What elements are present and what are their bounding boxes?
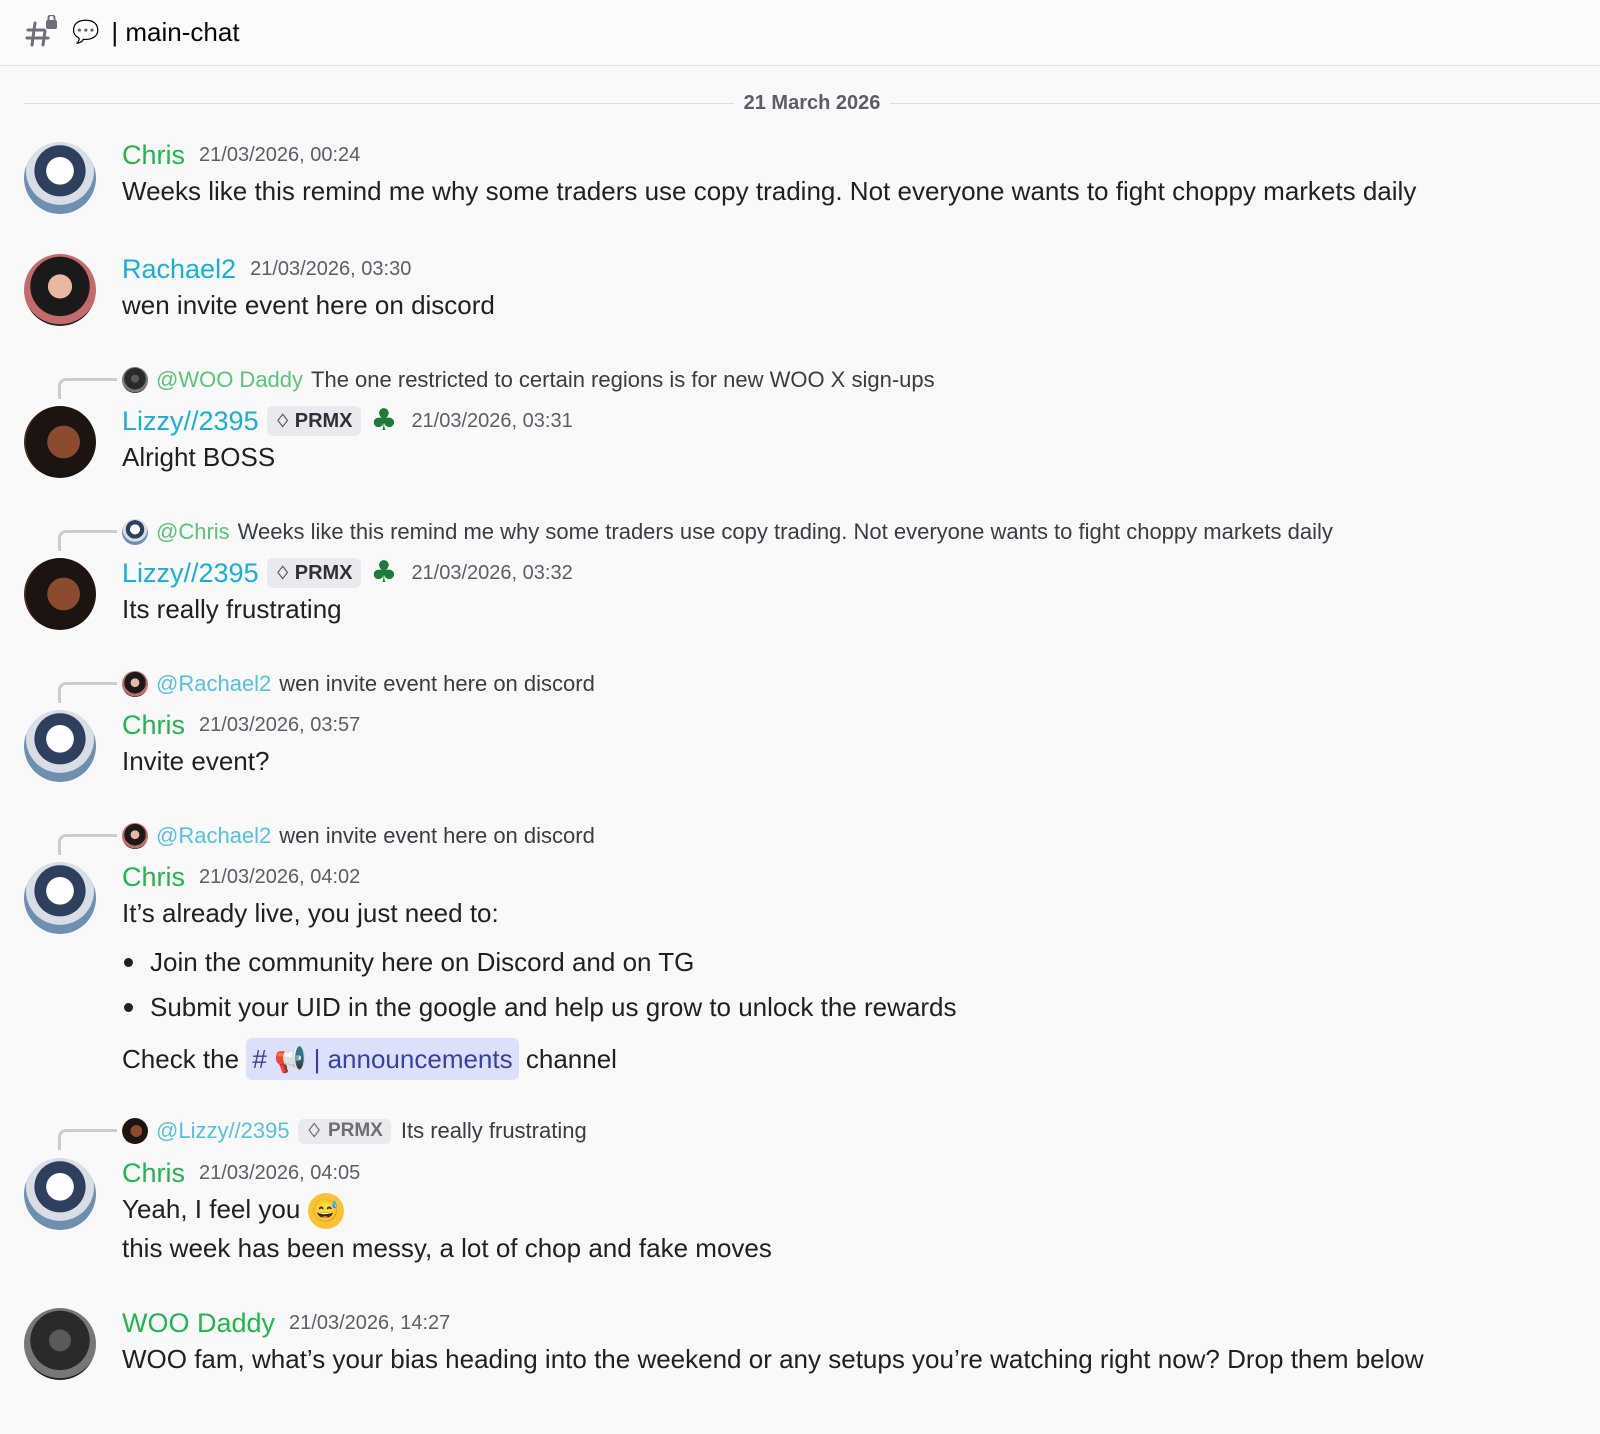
message-text: Invite event?	[122, 746, 270, 776]
avatar	[122, 519, 148, 545]
gem-icon: ♢	[274, 562, 291, 583]
list-item: Join the community here on Discord and o…	[124, 940, 1580, 985]
bullet-list: Join the community here on Discord and o…	[122, 940, 1580, 1030]
username[interactable]: Lizzy//2395	[122, 406, 259, 437]
clover-icon: ♣	[370, 555, 398, 590]
message-text: WOO fam, what’s your bias heading into t…	[122, 1344, 1424, 1374]
channel-header: 💬 | main-chat	[0, 0, 1600, 66]
avatar[interactable]	[24, 254, 96, 326]
reply-spine	[58, 1129, 117, 1150]
avatar[interactable]	[24, 862, 96, 934]
reply-spine	[58, 834, 117, 855]
reply-text: Weeks like this remind me why some trade…	[237, 519, 1333, 544]
reply-preview[interactable]: @Chris Weeks like this remind me why som…	[122, 517, 1333, 547]
message-text: Alright BOSS	[122, 442, 276, 472]
timestamp: 21/03/2026, 14:27	[289, 1311, 451, 1334]
reply-preview[interactable]: @Rachael2 wen invite event here on disco…	[122, 821, 595, 851]
message-text: this week has been messy, a lot of chop …	[122, 1233, 772, 1264]
username[interactable]: Chris	[122, 1158, 185, 1189]
timestamp: 21/03/2026, 03:32	[411, 561, 573, 584]
timestamp: 21/03/2026, 04:02	[199, 865, 361, 888]
timestamp: 21/03/2026, 03:57	[199, 713, 361, 736]
reply-text: The one restricted to certain regions is…	[311, 367, 935, 392]
avatar[interactable]	[24, 406, 96, 478]
username[interactable]: Chris	[122, 862, 185, 893]
timestamp: 21/03/2026, 00:24	[199, 143, 361, 166]
avatar[interactable]	[24, 1158, 96, 1230]
username[interactable]: Chris	[122, 140, 185, 171]
channel-link-announcements[interactable]: # 📢 | announcements	[246, 1038, 519, 1080]
reply-text: Its really frustrating	[400, 1118, 587, 1143]
avatar[interactable]	[24, 1308, 96, 1380]
reply-preview[interactable]: @Rachael2 wen invite event here on disco…	[122, 669, 595, 699]
reply-mention[interactable]: @Chris	[156, 519, 230, 545]
reply-preview[interactable]: @WOO Daddy The one restricted to certain…	[122, 365, 935, 395]
message-text: Its really frustrating	[122, 594, 342, 624]
reply-spine	[58, 378, 117, 399]
username[interactable]: WOO Daddy	[122, 1308, 275, 1339]
reply-text: wen invite event here on discord	[279, 671, 595, 696]
reply-spine	[58, 682, 117, 703]
role-badge[interactable]: ♢ PRMX	[266, 558, 361, 588]
gem-icon: ♢	[305, 1120, 323, 1142]
timestamp: 21/03/2026, 04:05	[199, 1161, 361, 1184]
reply-spine	[58, 530, 117, 551]
message-text: Check the # 📢 | announcements channel	[122, 1038, 1580, 1080]
reply-mention[interactable]: @Rachael2	[156, 823, 271, 849]
reply-text: wen invite event here on discord	[279, 823, 595, 848]
reply-preview[interactable]: @Lizzy//2395 ♢ PRMX Its really frustrati…	[122, 1116, 587, 1146]
avatar	[122, 671, 148, 697]
hash-lock-icon	[24, 13, 60, 51]
sweat-smile-emoji[interactable]: 😅	[307, 1193, 344, 1230]
date-divider: 21 March 2026	[24, 88, 1600, 118]
username[interactable]: Rachael2	[122, 254, 236, 285]
reply-mention[interactable]: @WOO Daddy	[156, 367, 303, 393]
avatar	[122, 367, 148, 393]
timestamp: 21/03/2026, 03:30	[250, 257, 412, 280]
reply-mention[interactable]: @Lizzy//2395	[156, 1118, 290, 1144]
avatar[interactable]	[24, 558, 96, 630]
list-item: Submit your UID in the google and help u…	[124, 985, 1580, 1030]
reply-mention[interactable]: @Rachael2	[156, 671, 271, 697]
avatar	[122, 1118, 148, 1144]
avatar	[122, 823, 148, 849]
message-text: It’s already live, you just need to:	[122, 898, 499, 928]
megaphone-icon: 📢	[274, 1044, 307, 1074]
channel-title: | main-chat	[111, 17, 240, 47]
role-badge[interactable]: ♢ PRMX	[266, 406, 361, 436]
avatar[interactable]	[24, 710, 96, 782]
username[interactable]: Chris	[122, 710, 185, 741]
clover-icon: ♣	[370, 403, 398, 438]
message-text: wen invite event here on discord	[122, 290, 495, 320]
message-text: Weeks like this remind me why some trade…	[122, 176, 1417, 206]
avatar[interactable]	[24, 142, 96, 214]
username[interactable]: Lizzy//2395	[122, 558, 259, 589]
speech-bubble-icon: 💬	[72, 20, 100, 45]
role-badge[interactable]: ♢ PRMX	[297, 1118, 391, 1144]
timestamp: 21/03/2026, 03:31	[411, 409, 573, 432]
gem-icon: ♢	[274, 410, 291, 431]
message-text: Yeah, I feel you 😅	[122, 1190, 1580, 1230]
